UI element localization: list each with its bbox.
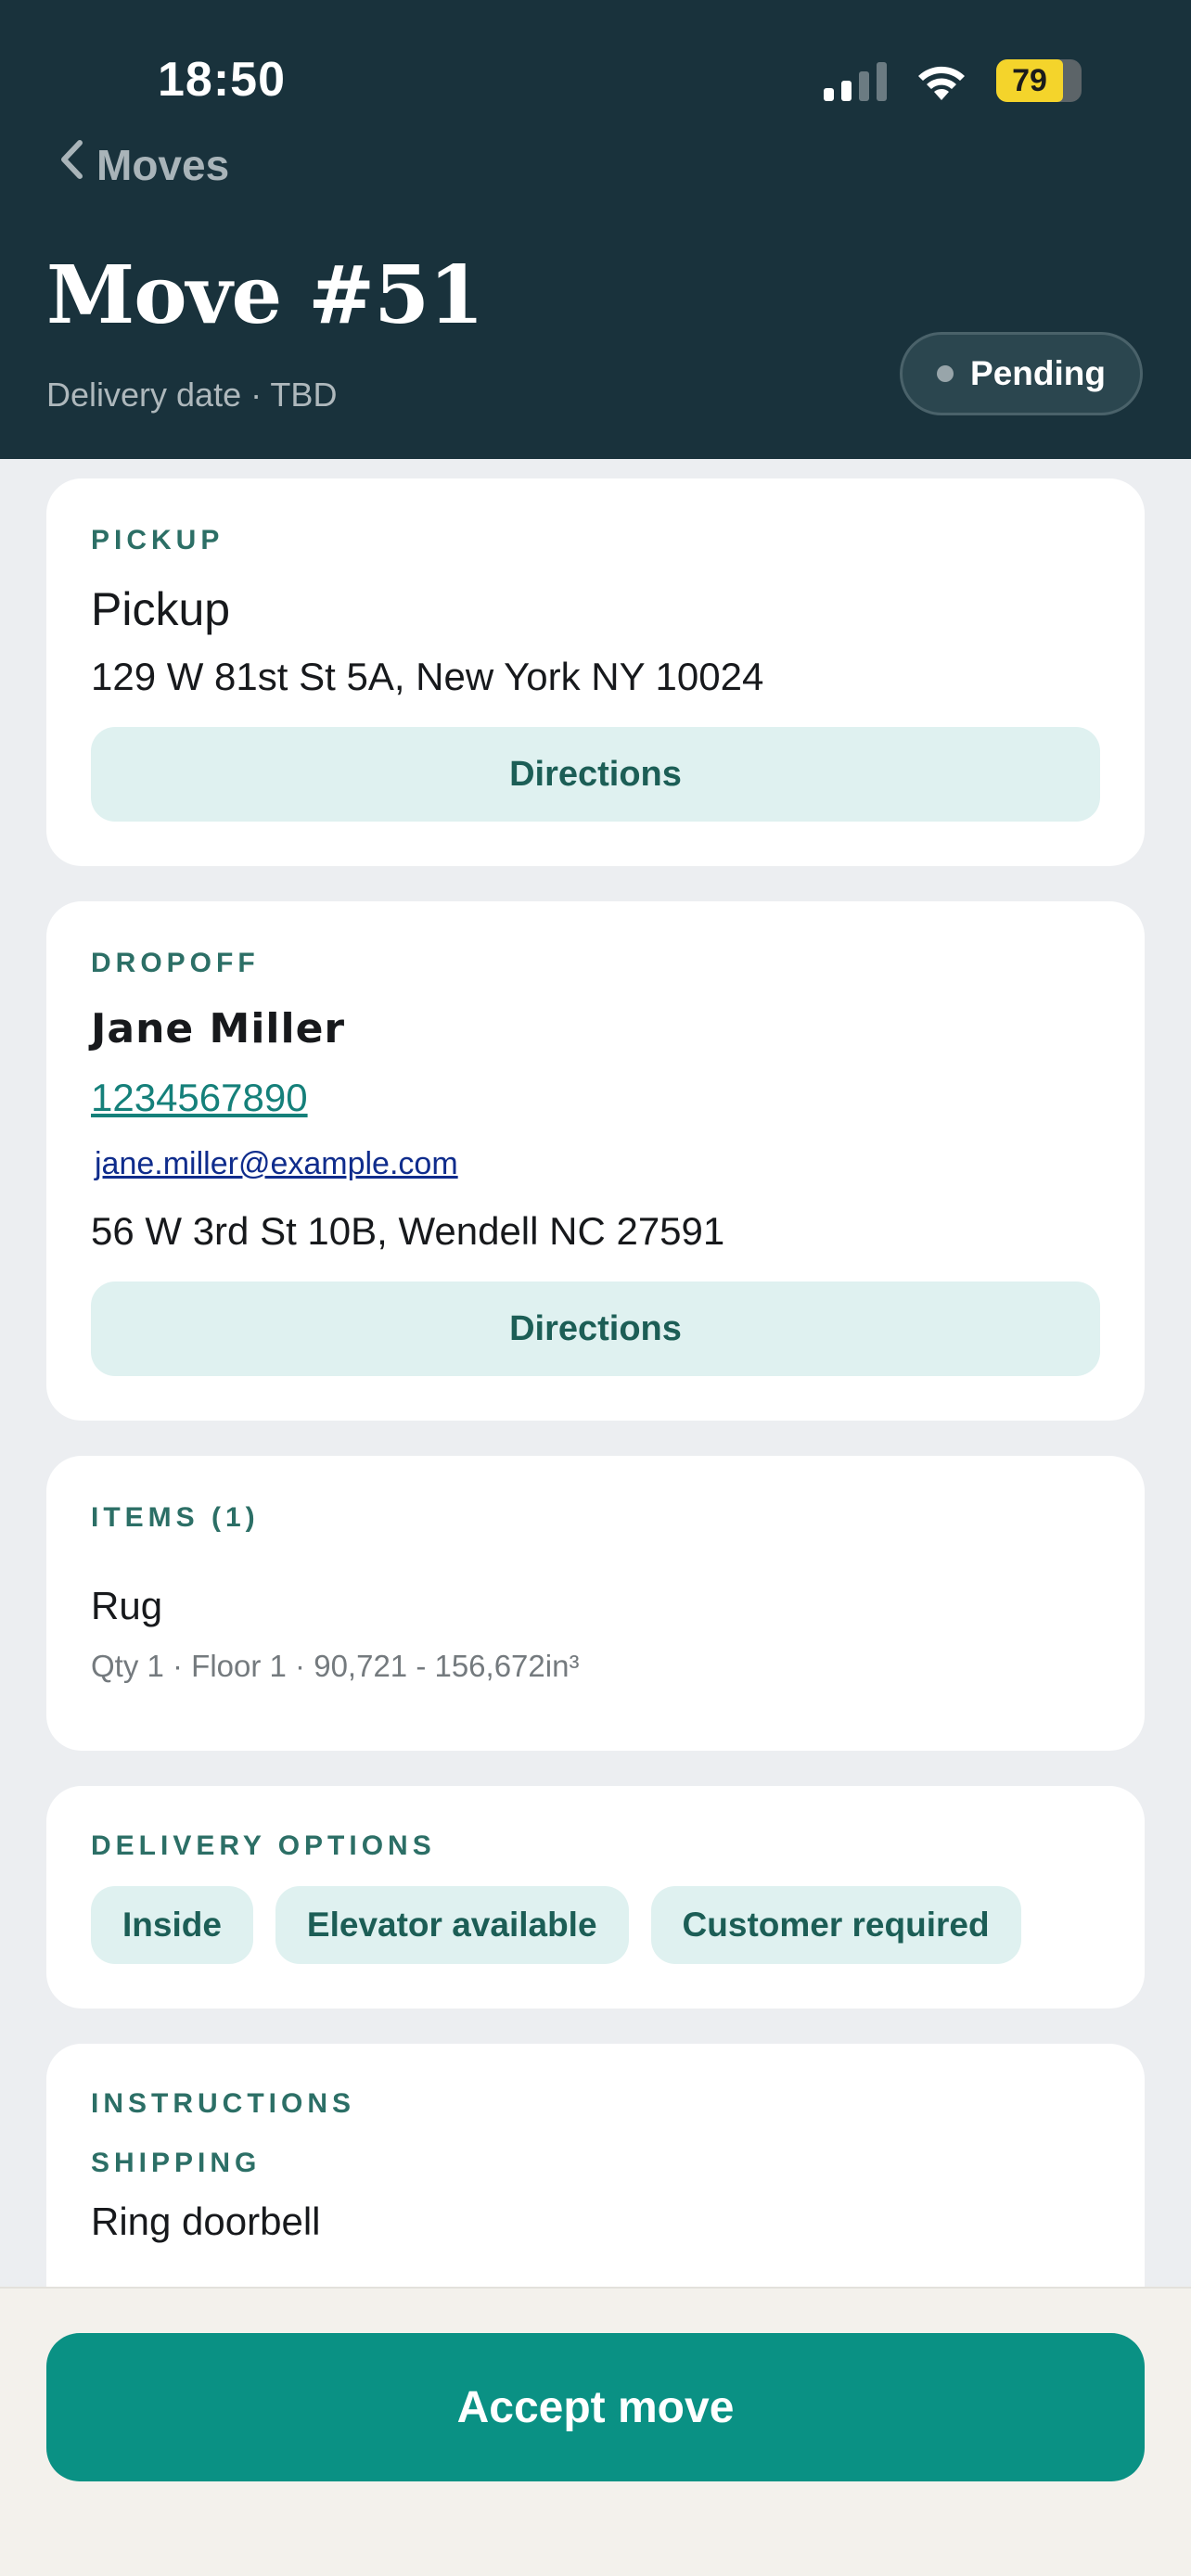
delivery-options-card: DELIVERY OPTIONS Inside Elevator availab… [46,1786,1145,2009]
battery-icon: 79 [996,59,1082,102]
status-badge: Pending [900,332,1143,415]
status-dot-icon [937,365,954,382]
chevron-left-icon [59,139,83,190]
back-label: Moves [96,140,230,189]
wifi-icon [913,59,970,102]
chip-inside: Inside [91,1886,253,1964]
pickup-directions-button[interactable]: Directions [91,727,1100,822]
status-bar-icons: 79 [824,57,1082,104]
battery-level: 79 [1012,62,1047,98]
pickup-card: PICKUP Pickup 129 W 81st St 5A, New York… [46,478,1145,866]
dropoff-contact-name: Jane Miller [91,1005,346,1052]
dropoff-directions-button[interactable]: Directions [91,1282,1100,1376]
shipping-sub-label: SHIPPING [91,2148,262,2178]
shipping-instructions-text: Ring doorbell [91,2200,321,2243]
items-card: ITEMS (1) Rug Qty 1 · Floor 1 · 90,721 -… [46,1456,1145,1751]
dropoff-email-link[interactable]: jane.miller@example.com [95,1146,458,1182]
status-label: Pending [970,354,1106,392]
delivery-date: Delivery date · TBD [46,376,338,414]
pickup-address: 129 W 81st St 5A, New York NY 10024 [91,655,764,698]
dropoff-card: DROPOFF Jane Miller 1234567890 jane.mill… [46,901,1145,1421]
pickup-name: Pickup [91,583,231,635]
dropoff-section-label: DROPOFF [91,948,260,978]
footer: Accept move [0,2287,1191,2576]
accept-move-button[interactable]: Accept move [46,2333,1145,2481]
page-title: Move #51 [46,249,484,342]
delivery-options-chips: Inside Elevator available Customer requi… [91,1886,1021,1964]
signal-icon [824,60,887,101]
item-name: Rug [91,1584,163,1627]
pickup-section-label: PICKUP [91,525,224,555]
items-section-label: ITEMS (1) [91,1502,260,1533]
instructions-section-label: INSTRUCTIONS [91,2088,355,2119]
back-button[interactable]: Moves [59,139,229,190]
item-details: Qty 1 · Floor 1 · 90,721 - 156,672in³ [91,1649,580,1683]
chip-elevator-available: Elevator available [275,1886,629,1964]
header: 18:50 79 Moves Move #51 Delivery date · … [0,0,1191,459]
dropoff-address: 56 W 3rd St 10B, Wendell NC 27591 [91,1209,725,1253]
chip-customer-required: Customer required [650,1886,1021,1964]
status-bar-time: 18:50 [158,53,286,107]
delivery-options-section-label: DELIVERY OPTIONS [91,1830,436,1861]
dropoff-phone-link[interactable]: 1234567890 [91,1076,308,1120]
